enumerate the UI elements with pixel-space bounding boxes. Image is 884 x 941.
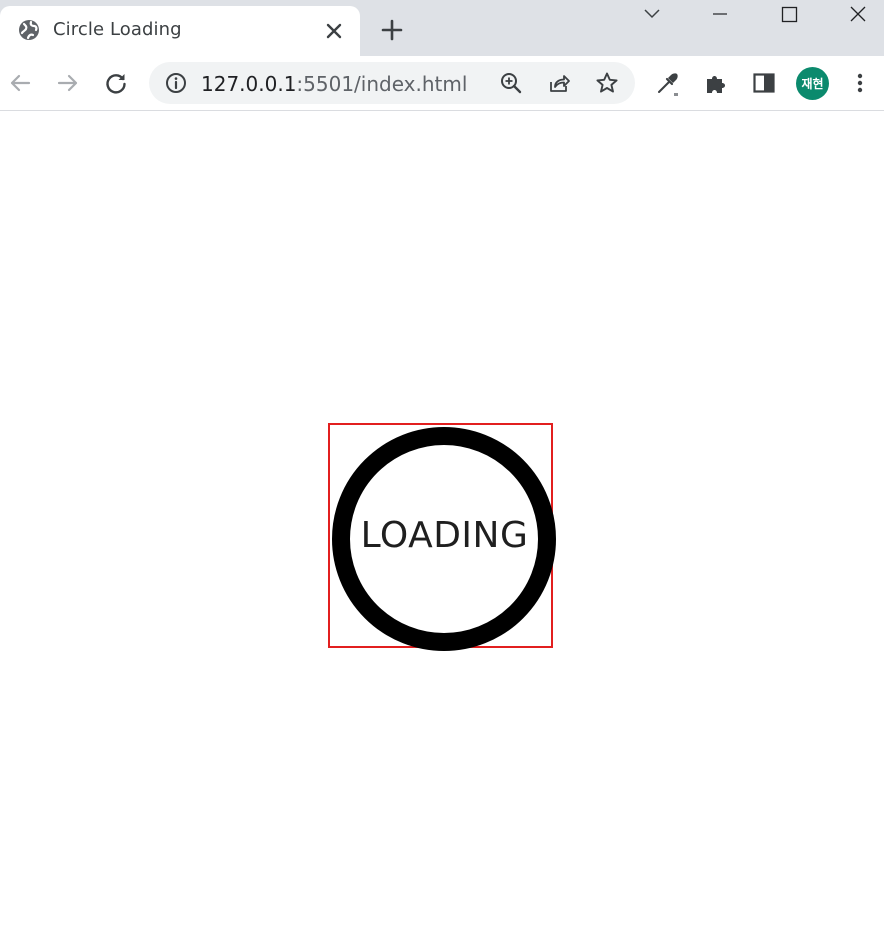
share-icon[interactable] — [547, 71, 571, 95]
puzzle-icon[interactable] — [702, 69, 730, 97]
kebab-menu-icon[interactable] — [846, 69, 874, 97]
tab-title: Circle Loading — [53, 19, 182, 40]
url-host: 127.0.0.1 — [201, 72, 297, 96]
url-path: :5501/index.html — [296, 72, 468, 96]
info-icon[interactable] — [165, 72, 187, 94]
loader-container: LOADING — [328, 423, 556, 651]
page-content: LOADING — [0, 111, 884, 941]
profile-avatar[interactable]: 재현 — [796, 67, 829, 100]
star-icon[interactable] — [595, 71, 619, 95]
address-bar[interactable]: 127.0.0.1:5501/index.html — [149, 62, 635, 104]
reload-icon[interactable] — [101, 68, 131, 98]
browser-toolbar: 127.0.0.1:5501/index.html 재현 — [0, 56, 884, 111]
maximize-icon[interactable] — [759, 0, 819, 30]
window-close-icon[interactable] — [828, 0, 884, 30]
close-icon[interactable] — [322, 19, 346, 43]
url-text[interactable]: 127.0.0.1:5501/index.html — [201, 72, 467, 96]
arrow-left-icon[interactable] — [5, 68, 35, 98]
arrow-right-icon[interactable] — [53, 68, 83, 98]
tab-strip: Circle Loading — [0, 0, 884, 56]
zoom-in-icon[interactable] — [499, 71, 523, 95]
plus-icon[interactable] — [378, 16, 406, 44]
tab-active[interactable]: Circle Loading — [0, 6, 360, 56]
side-panel-icon[interactable] — [750, 69, 778, 97]
tab-search-chevron-down-icon[interactable] — [622, 0, 682, 30]
globe-icon — [18, 19, 40, 41]
loading-text: LOADING — [360, 515, 529, 556]
minimize-icon[interactable] — [690, 0, 750, 30]
eyedropper-icon[interactable] — [654, 69, 682, 97]
